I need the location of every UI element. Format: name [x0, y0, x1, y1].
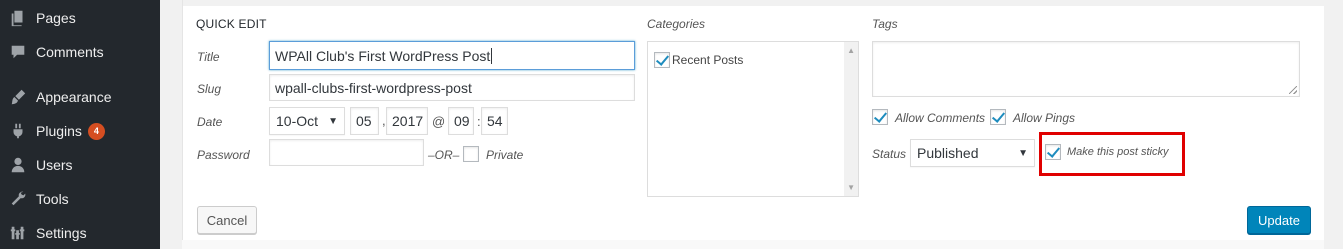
- status-select[interactable]: Published ▼: [910, 139, 1035, 167]
- allow-pings-label: Allow Pings: [1013, 111, 1076, 125]
- date-day-input[interactable]: 05: [350, 107, 379, 135]
- sidebar-item-users[interactable]: Users: [0, 148, 160, 182]
- allow-comments-checkbox[interactable]: [872, 109, 888, 125]
- resize-handle-icon[interactable]: [1289, 86, 1297, 94]
- date-at-separator: @: [432, 114, 446, 129]
- status-label: Status: [872, 147, 907, 161]
- plugins-icon: [0, 122, 36, 140]
- scroll-down-icon[interactable]: ▼: [847, 183, 855, 192]
- date-label: Date: [197, 115, 223, 129]
- slug-label: Slug: [197, 82, 222, 96]
- date-month-select[interactable]: 10-Oct ▼: [269, 107, 345, 135]
- sidebar-item-label: Comments: [36, 44, 104, 60]
- sidebar-item-plugins[interactable]: Plugins 4: [0, 114, 160, 148]
- sidebar-item-label: Settings: [36, 225, 87, 241]
- password-input[interactable]: [269, 139, 424, 166]
- private-checkbox[interactable]: [463, 146, 479, 162]
- tags-label: Tags: [872, 17, 898, 31]
- admin-sidebar: Pages Comments Appearance Plugins 4 User…: [0, 0, 160, 249]
- cancel-button[interactable]: Cancel: [197, 206, 257, 234]
- password-label: Password: [197, 148, 250, 162]
- slug-input[interactable]: wpall-clubs-first-wordpress-post: [269, 74, 635, 101]
- sticky-label: Make this post sticky: [1067, 146, 1169, 158]
- tools-icon: [0, 190, 36, 208]
- sidebar-item-label: Appearance: [36, 89, 112, 105]
- users-icon: [0, 156, 36, 174]
- sidebar-item-label: Plugins: [36, 123, 82, 139]
- status-value: Published: [917, 145, 979, 161]
- pages-icon: [0, 9, 36, 27]
- title-label: Title: [197, 50, 220, 64]
- update-button[interactable]: Update: [1247, 206, 1311, 234]
- date-day-value: 05: [356, 113, 372, 129]
- sidebar-item-pages[interactable]: Pages: [0, 1, 160, 35]
- appearance-icon: [0, 88, 36, 106]
- sidebar-item-label: Tools: [36, 191, 69, 207]
- allow-comments-label: Allow Comments: [895, 111, 986, 125]
- categories-list: Recent Posts ▲ ▼: [647, 41, 859, 197]
- panel-bottom-strip: [182, 240, 1324, 249]
- sidebar-item-label: Users: [36, 157, 73, 173]
- or-label: –OR–: [428, 148, 460, 162]
- title-input[interactable]: WPAll Club's First WordPress Post: [269, 41, 635, 70]
- category-label-recent-posts: Recent Posts: [672, 53, 744, 67]
- quick-edit-heading: QUICK EDIT: [196, 17, 267, 31]
- date-year-value: 2017: [392, 113, 424, 129]
- sidebar-item-settings[interactable]: Settings: [0, 216, 160, 249]
- categories-scrollbar[interactable]: ▲ ▼: [844, 42, 858, 196]
- settings-icon: [0, 224, 36, 242]
- quick-edit-panel: QUICK EDIT Title WPAll Club's First Word…: [182, 0, 1324, 249]
- text-caret: [491, 47, 493, 64]
- title-input-value: WPAll Club's First WordPress Post: [275, 47, 491, 64]
- page-right-gutter: [1324, 0, 1343, 249]
- panel-top-divider: [183, 0, 1324, 6]
- date-month-value: 10-Oct: [276, 113, 319, 129]
- sticky-checkbox[interactable]: [1045, 144, 1061, 160]
- slug-input-value: wpall-clubs-first-wordpress-post: [275, 79, 472, 96]
- sidebar-item-tools[interactable]: Tools: [0, 182, 160, 216]
- update-count-badge: 4: [87, 122, 105, 140]
- date-hour-value: 09: [454, 113, 470, 129]
- date-minute-value: 54: [487, 113, 503, 129]
- dropdown-arrow-icon: ▼: [1018, 147, 1028, 159]
- comments-icon: [0, 43, 36, 61]
- tags-textarea[interactable]: [872, 41, 1300, 97]
- sidebar-item-appearance[interactable]: Appearance: [0, 80, 160, 114]
- private-label: Private: [486, 148, 524, 162]
- allow-pings-checkbox[interactable]: [990, 109, 1006, 125]
- sidebar-item-label: Pages: [36, 10, 76, 26]
- date-hour-input[interactable]: 09: [448, 107, 474, 135]
- dropdown-arrow-icon: ▼: [328, 115, 338, 127]
- sidebar-item-comments[interactable]: Comments: [0, 35, 160, 69]
- date-minute-input[interactable]: 54: [481, 107, 508, 135]
- date-year-input[interactable]: 2017: [386, 107, 428, 135]
- category-checkbox-recent-posts[interactable]: [654, 52, 670, 68]
- scroll-up-icon[interactable]: ▲: [847, 46, 855, 55]
- categories-label: Categories: [647, 17, 706, 31]
